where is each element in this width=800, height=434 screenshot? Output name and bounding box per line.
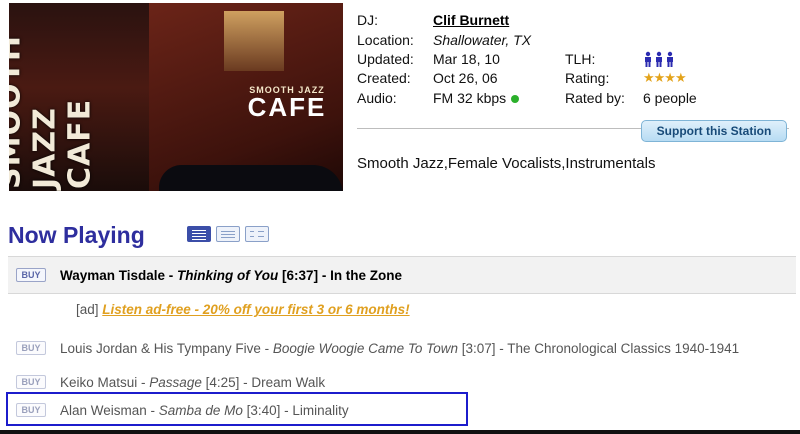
car-silhouette — [159, 165, 343, 191]
current-track-row: BUY Wayman Tisdale - Thinking of You [6:… — [8, 256, 796, 294]
rating-label: Rating: — [565, 70, 610, 86]
buy-button[interactable]: BUY — [16, 268, 46, 282]
separator: - — [495, 340, 508, 356]
now-playing-heading: Now Playing — [8, 222, 145, 248]
rated-by-label: Rated by: — [565, 90, 625, 106]
created-label: Created: — [357, 70, 411, 86]
separator: - — [318, 267, 331, 283]
track-title: Thinking of You — [177, 267, 279, 283]
genre-list: Smooth Jazz,Female Vocalists,Instrumenta… — [357, 155, 656, 172]
lit-window — [224, 11, 284, 71]
track-title: Boogie Woogie Came To Town — [272, 340, 458, 356]
cafe-sign-big-text: CAFE — [247, 92, 327, 122]
separator: - — [260, 340, 273, 356]
track-album: In the Zone — [330, 267, 403, 283]
buy-button[interactable]: BUY — [16, 375, 46, 389]
view-mode-toggle — [187, 226, 269, 242]
track-artist: Wayman Tisdale — [60, 267, 166, 283]
track-album: The Chronological Classics 1940-1941 — [507, 340, 740, 356]
updated-label: Updated: — [357, 51, 414, 67]
rating-stars-icon: ★★★★ — [643, 70, 687, 85]
track-album: Dream Walk — [251, 374, 326, 390]
buy-button[interactable]: BUY — [16, 341, 46, 355]
list-view-icon[interactable] — [187, 226, 211, 242]
track-duration: [6:37] — [278, 267, 319, 283]
listener-people-icon — [643, 51, 677, 67]
audio-value: FM 32 kbps — [433, 90, 507, 106]
track-line: Wayman Tisdale - Thinking of You [6:37] … — [60, 268, 402, 283]
ad-row: [ad] Listen ad-free - 20% off your first… — [76, 302, 410, 317]
detail-view-icon[interactable] — [245, 226, 269, 242]
ad-prefix: [ad] — [76, 302, 103, 317]
audio-value-wrap: FM 32 kbps — [433, 90, 520, 106]
track-artist: Keiko Matsui — [60, 374, 138, 390]
track-duration: [4:25] — [201, 374, 240, 390]
rated-by-value: 6 people — [643, 90, 697, 106]
separator: - — [239, 374, 252, 390]
track-duration: [3:07] — [457, 340, 496, 356]
track-artist: Louis Jordan & His Tympany Five — [60, 340, 261, 356]
track-line: Louis Jordan & His Tympany Five - Boogie… — [60, 341, 739, 356]
cafe-sign: SMOOTH JAZZ CAFE — [237, 85, 337, 125]
track-line: Keiko Matsui - Passage [4:25] - Dream Wa… — [60, 375, 325, 390]
separator: - — [165, 267, 178, 283]
dj-name-link[interactable]: Clif Burnett — [433, 12, 509, 28]
compact-view-icon[interactable] — [216, 226, 240, 242]
updated-value: Mar 18, 10 — [433, 51, 500, 67]
support-station-button[interactable]: Support this Station — [641, 120, 787, 142]
created-value: Oct 26, 06 — [433, 70, 498, 86]
bottom-border — [0, 430, 800, 434]
dj-label: DJ: — [357, 12, 378, 28]
tlh-label: TLH: — [565, 51, 596, 67]
station-image: SMOOTH JAZZ CAFE SMOOTH JAZZ CAFE — [9, 3, 343, 191]
track-row: BUY Louis Jordan & His Tympany Five - Bo… — [8, 330, 796, 366]
ad-free-link[interactable]: Listen ad-free - 20% off your first 3 or… — [102, 302, 409, 317]
selection-highlight — [6, 392, 468, 426]
track-title: Passage — [149, 374, 202, 390]
audio-label: Audio: — [357, 90, 397, 106]
vertical-cafe-sign: SMOOTH JAZZ CAFE — [9, 34, 98, 189]
location-label: Location: — [357, 32, 414, 48]
status-dot-icon — [511, 95, 520, 104]
separator: - — [137, 374, 150, 390]
location-value: Shallowater, TX — [433, 32, 532, 48]
